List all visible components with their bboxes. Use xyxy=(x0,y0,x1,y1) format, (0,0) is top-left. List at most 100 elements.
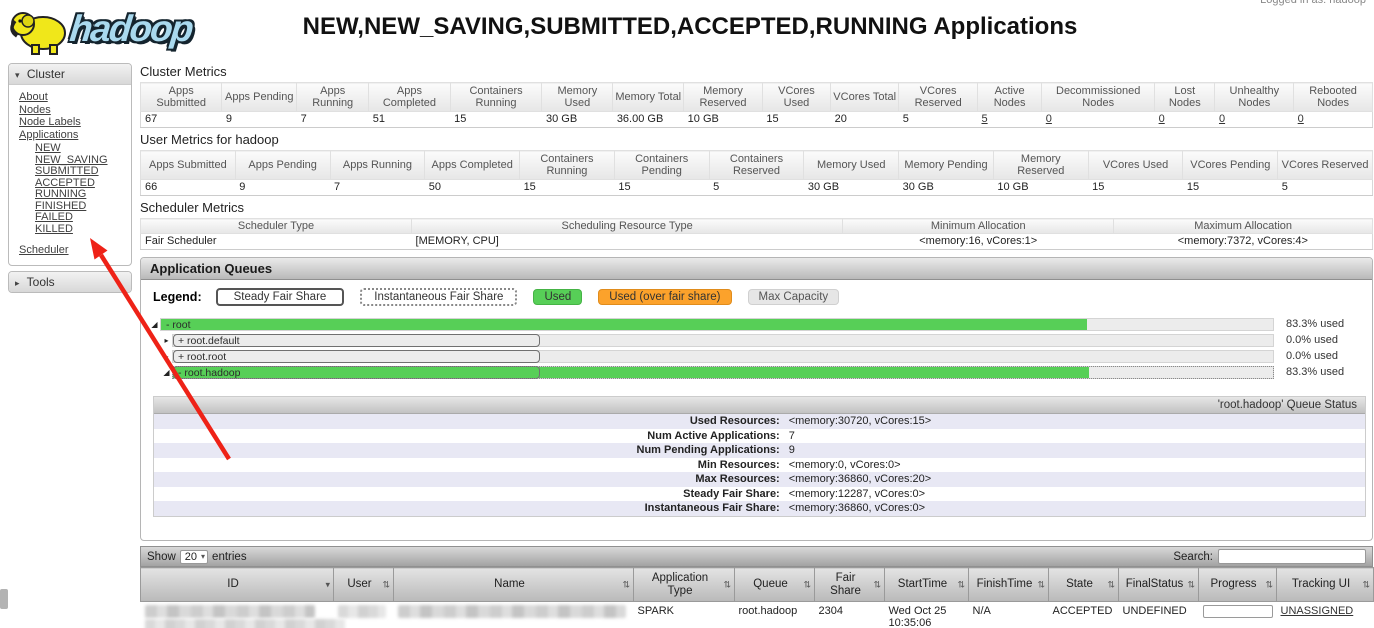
col-header: Memory Pending xyxy=(899,151,994,180)
cell-tracking-ui: UNASSIGNED xyxy=(1277,602,1374,628)
collapse-icon[interactable]: ◢ xyxy=(161,368,172,377)
metric-value: 5 xyxy=(1278,180,1373,196)
queue-row-root-default[interactable]: ▸ + root.default 0.0% used xyxy=(149,332,1366,348)
sidebar-item-about[interactable]: About xyxy=(19,91,131,104)
user-metrics-table: Apps Submitted Apps Pending Apps Running… xyxy=(140,150,1373,196)
legend-used-over-fair-share: Used (over fair share) xyxy=(598,289,731,305)
sidebar-item-applications[interactable]: Applications xyxy=(19,129,131,142)
metric-value: 50 xyxy=(425,180,520,196)
queue-tree: ◢ - root 83.3% used ▸ + root.default 0.0… xyxy=(149,316,1366,380)
metric-value: 67 xyxy=(141,112,222,128)
cluster-metrics-header-row: Apps Submitted Apps Pending Apps Running… xyxy=(141,83,1373,112)
page-size-select[interactable]: 20 ▾ xyxy=(180,550,208,564)
col-header: VCores Total xyxy=(831,83,899,112)
sidebar-item-running[interactable]: RUNNING xyxy=(35,189,131,201)
logged-in-as: Logged in as: hadoop xyxy=(1260,0,1366,6)
sidebar-item-scheduler[interactable]: Scheduler xyxy=(19,244,131,257)
cluster-nav-header[interactable]: ▾ Cluster xyxy=(9,64,131,85)
col-header: Active Nodes xyxy=(978,83,1042,112)
cluster-nav-body: About Nodes Node Labels Applications NEW… xyxy=(9,85,131,265)
metric-value: [MEMORY, CPU] xyxy=(412,234,843,250)
decommissioned-nodes-link[interactable]: 0 xyxy=(1046,113,1052,125)
expand-icon[interactable]: ▸ xyxy=(161,336,172,345)
rebooted-nodes-link[interactable]: 0 xyxy=(1298,113,1304,125)
sidebar-item-nodes[interactable]: Nodes xyxy=(19,104,131,117)
queue-row-root-root[interactable]: ▸ + root.root 0.0% used xyxy=(149,348,1366,364)
metric-value: 15 xyxy=(762,112,830,128)
cluster-nav-title: Cluster xyxy=(27,67,65,81)
col-name[interactable]: Name⇅ xyxy=(394,568,634,602)
sidebar-item-new[interactable]: NEW xyxy=(35,143,131,155)
col-queue[interactable]: Queue⇅ xyxy=(735,568,815,602)
redacted-user xyxy=(338,605,386,618)
col-id[interactable]: ID▾ xyxy=(141,568,334,602)
col-header: Minimum Allocation xyxy=(843,219,1114,234)
sort-icon: ⇅ xyxy=(803,578,811,591)
queue-used-fill xyxy=(161,319,1087,330)
col-finalstatus[interactable]: FinalStatus⇅ xyxy=(1119,568,1199,602)
expand-icon[interactable]: ▸ xyxy=(161,352,172,361)
col-application-type[interactable]: Application Type⇅ xyxy=(634,568,735,602)
col-tracking-ui[interactable]: Tracking UI⇅ xyxy=(1277,568,1374,602)
search-control: Search: xyxy=(1173,549,1366,564)
cluster-metrics-table: Apps Submitted Apps Pending Apps Running… xyxy=(140,82,1373,128)
queue-used-pct: 0.0% used xyxy=(1274,334,1366,346)
col-header: Scheduler Type xyxy=(141,219,412,234)
metric-value: 15 xyxy=(614,180,709,196)
collapse-icon[interactable]: ◢ xyxy=(149,320,160,329)
status-row: Num Active Applications: 7 xyxy=(154,429,1365,444)
sidebar-item-submitted[interactable]: SUBMITTED xyxy=(35,166,131,178)
show-label: Show xyxy=(147,551,176,563)
col-header: Containers Pending xyxy=(614,151,709,180)
applications-table-section: Show 20 ▾ entries Search: xyxy=(140,546,1373,628)
lost-nodes-link[interactable]: 0 xyxy=(1159,113,1165,125)
cell-name xyxy=(394,602,634,628)
yarn-resourcemanager-page: hadoop NEW,NEW_SAVING,SUBMITTED,ACCEPTED… xyxy=(0,0,1374,628)
queue-row-root[interactable]: ◢ - root 83.3% used xyxy=(149,316,1366,332)
metric-value: 30 GB xyxy=(804,180,899,196)
col-header: Memory Reserved xyxy=(684,83,763,112)
steady-fair-share-outline xyxy=(173,350,540,363)
sidebar-item-node-labels[interactable]: Node Labels xyxy=(19,116,131,129)
col-progress[interactable]: Progress⇅ xyxy=(1199,568,1277,602)
sidebar-item-failed[interactable]: FAILED xyxy=(35,212,131,224)
col-header: Apps Pending xyxy=(222,83,297,112)
tools-nav-header[interactable]: ▸ Tools xyxy=(9,272,131,292)
user-metrics-heading: User Metrics for hadoop xyxy=(140,132,1373,147)
applications-toolbar: Show 20 ▾ entries Search: xyxy=(140,546,1373,567)
status-label: Num Pending Applications: xyxy=(154,443,784,458)
sidebar-item-killed[interactable]: KILLED xyxy=(35,224,131,236)
sort-icon: ⇅ xyxy=(622,578,630,591)
cell-finishtime: N/A xyxy=(969,602,1049,628)
status-value: 9 xyxy=(784,443,795,458)
col-fair-share[interactable]: Fair Share⇅ xyxy=(815,568,885,602)
search-input[interactable] xyxy=(1218,549,1366,564)
queue-bar-root-default: + root.default xyxy=(172,334,1274,347)
col-header: Containers Running xyxy=(520,151,615,180)
status-value: <memory:30720, vCores:15> xyxy=(784,414,931,429)
applications-header-row: ID▾ User⇅ Name⇅ Application Type⇅ Queue⇅… xyxy=(141,568,1374,602)
application-states-list: NEW NEW_SAVING SUBMITTED ACCEPTED RUNNIN… xyxy=(35,143,131,235)
scheduler-metrics-heading: Scheduler Metrics xyxy=(140,200,1373,215)
col-state[interactable]: State⇅ xyxy=(1049,568,1119,602)
metric-value: 7 xyxy=(330,180,425,196)
status-value: <memory:0, vCores:0> xyxy=(784,458,901,473)
queue-row-root-hadoop[interactable]: ◢ - root.hadoop 83.3% used xyxy=(149,364,1366,380)
chevron-down-icon: ▾ xyxy=(15,70,20,80)
legend-used: Used xyxy=(533,289,582,305)
cluster-metrics-heading: Cluster Metrics xyxy=(140,64,1373,79)
active-nodes-link[interactable]: 5 xyxy=(982,113,988,125)
queue-used-pct: 83.3% used xyxy=(1274,366,1366,378)
queue-used-pct: 83.3% used xyxy=(1274,318,1366,330)
search-label: Search: xyxy=(1173,551,1213,563)
col-starttime[interactable]: StartTime⇅ xyxy=(885,568,969,602)
unhealthy-nodes-link[interactable]: 0 xyxy=(1219,113,1225,125)
status-label: Steady Fair Share: xyxy=(154,487,784,502)
col-finishtime[interactable]: FinishTime⇅ xyxy=(969,568,1049,602)
col-user[interactable]: User⇅ xyxy=(334,568,394,602)
tracking-ui-link[interactable]: UNASSIGNED xyxy=(1281,605,1354,617)
cell-starttime: Wed Oct 25 10:35:06 xyxy=(885,602,969,628)
cell-progress xyxy=(1199,602,1277,628)
cell-finalstatus: UNDEFINED xyxy=(1119,602,1199,628)
chevron-down-icon: ▾ xyxy=(201,552,205,561)
